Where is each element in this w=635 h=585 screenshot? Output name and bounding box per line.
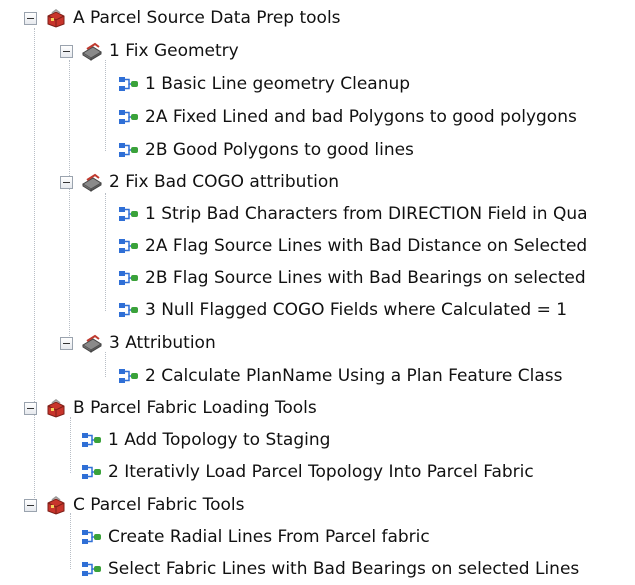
collapse-toggle[interactable] (60, 175, 73, 189)
model-tool-row[interactable]: 1 Add Topology to Staging (80, 424, 330, 456)
tree-connector (70, 417, 71, 473)
model-tool-icon (117, 203, 139, 225)
collapse-toggle[interactable] (24, 498, 37, 512)
gray-toolset-icon (81, 332, 103, 354)
toolbox-label: C Parcel Fabric Tools (73, 495, 245, 515)
tree-connector (34, 28, 35, 504)
model-tool-label: Create Radial Lines From Parcel fabric (108, 527, 430, 547)
gray-toolset-icon (81, 171, 103, 193)
toolset-label: 1 Fix Geometry (109, 41, 239, 61)
model-tool-row[interactable]: 2B Good Polygons to good lines (117, 134, 414, 166)
red-toolbox-icon (45, 7, 67, 29)
model-tool-label: 1 Strip Bad Characters from DIRECTION Fi… (145, 204, 588, 224)
red-toolbox-icon (45, 397, 67, 419)
collapse-toggle[interactable] (24, 11, 37, 25)
model-tool-label: 3 Null Flagged COGO Fields where Calcula… (145, 300, 568, 320)
toolbox-a-row[interactable]: A Parcel Source Data Prep tools (24, 2, 341, 34)
toolset-fix-geometry-row[interactable]: 1 Fix Geometry (60, 35, 239, 67)
model-tool-label: 2 Iterativly Load Parcel Topology Into P… (108, 462, 534, 482)
model-tool-label: 2B Good Polygons to good lines (145, 140, 414, 160)
gray-toolset-icon (81, 40, 103, 62)
model-tool-icon (117, 299, 139, 321)
catalog-tree: A Parcel Source Data Prep tools 1 Fix Ge… (0, 0, 635, 585)
model-tool-label: Select Fabric Lines with Bad Bearings on… (108, 559, 580, 579)
tree-connector (70, 513, 71, 569)
toolbox-label: A Parcel Source Data Prep tools (73, 8, 341, 28)
tree-connector (69, 60, 70, 344)
model-tool-row[interactable]: 2A Fixed Lined and bad Polygons to good … (117, 101, 577, 133)
model-tool-icon (117, 267, 139, 289)
toolset-attribution-row[interactable]: 3 Attribution (60, 327, 216, 359)
model-tool-icon (117, 139, 139, 161)
model-tool-row[interactable]: 1 Strip Bad Characters from DIRECTION Fi… (117, 198, 588, 230)
model-tool-row[interactable]: Select Fabric Lines with Bad Bearings on… (80, 553, 579, 585)
model-tool-row[interactable]: 2 Iterativly Load Parcel Topology Into P… (80, 456, 534, 488)
toolset-label: 2 Fix Bad COGO attribution (109, 172, 340, 192)
model-tool-label: 2B Flag Source Lines with Bad Bearings o… (145, 268, 586, 288)
model-tool-row[interactable]: 2A Flag Source Lines with Bad Distance o… (117, 230, 587, 262)
collapse-toggle[interactable] (60, 44, 73, 58)
model-tool-label: 1 Basic Line geometry Cleanup (145, 74, 411, 94)
model-tool-row[interactable]: 1 Basic Line geometry Cleanup (117, 68, 410, 100)
model-tool-label: 2 Calculate PlanName Using a Plan Featur… (145, 366, 563, 386)
model-tool-icon (117, 365, 139, 387)
model-tool-icon (117, 106, 139, 128)
model-tool-icon (80, 461, 102, 483)
toolset-fix-cogo-row[interactable]: 2 Fix Bad COGO attribution (60, 166, 339, 198)
tree-connector (105, 193, 106, 311)
model-tool-label: 2A Flag Source Lines with Bad Distance o… (145, 236, 588, 256)
collapse-toggle[interactable] (24, 401, 37, 415)
model-tool-label: 2A Fixed Lined and bad Polygons to good … (145, 107, 577, 127)
model-tool-icon (80, 526, 102, 548)
collapse-toggle[interactable] (60, 336, 73, 350)
toolset-label: 3 Attribution (109, 333, 216, 353)
model-tool-icon (117, 235, 139, 257)
red-toolbox-icon (45, 494, 67, 516)
toolbox-b-row[interactable]: B Parcel Fabric Loading Tools (24, 392, 317, 424)
model-tool-row[interactable]: 2B Flag Source Lines with Bad Bearings o… (117, 262, 586, 294)
model-tool-icon (117, 73, 139, 95)
model-tool-icon (80, 558, 102, 580)
model-tool-row[interactable]: 2 Calculate PlanName Using a Plan Featur… (117, 360, 563, 392)
model-tool-row[interactable]: 3 Null Flagged COGO Fields where Calcula… (117, 294, 567, 326)
toolbox-label: B Parcel Fabric Loading Tools (73, 398, 317, 418)
model-tool-label: 1 Add Topology to Staging (108, 430, 331, 450)
tree-connector (105, 60, 106, 151)
model-tool-icon (80, 429, 102, 451)
model-tool-row[interactable]: Create Radial Lines From Parcel fabric (80, 521, 430, 553)
toolbox-c-row[interactable]: C Parcel Fabric Tools (24, 489, 245, 521)
